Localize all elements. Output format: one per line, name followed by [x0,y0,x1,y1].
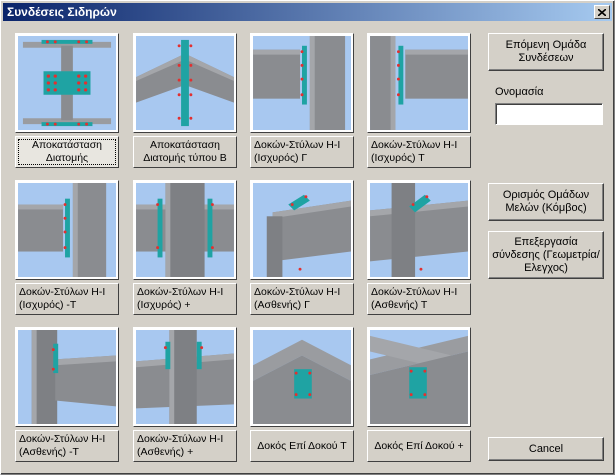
tile-label: Αποκατάσταση Διατομής τύπου Β [133,136,237,168]
section-splice-b-icon [136,36,234,130]
edit-connection-button[interactable]: Επεξεργασία σύνδεσης (Γεωμετρία/Ελεγχος) [488,231,604,279]
tile-beam-column-weak-plus[interactable]: Δοκών-Στύλων Η-Ι (Ασθενής) + [133,327,237,462]
tile-label: Δοκών-Στύλων Η-Ι (Ισχυρός) Τ [367,136,471,168]
name-input[interactable] [495,103,603,125]
close-button[interactable] [594,5,610,19]
tile-beam-on-beam-plus[interactable]: Δοκός Επί Δοκού + [367,327,471,462]
tile-label: Δοκός Επί Δοκού Τ [250,430,354,462]
tile-beam-on-beam-t[interactable]: Δοκός Επί Δοκού Τ [250,327,354,462]
beam-column-strong-neg-t-icon [18,183,116,277]
cancel-button[interactable]: Cancel [488,437,604,461]
name-label: Ονομασία [495,86,544,98]
next-group-button[interactable]: Επόμενη Ομάδα Συνδέσεων [488,33,604,71]
tile-section-splice-b[interactable]: Αποκατάσταση Διατομής τύπου Β [133,33,237,168]
tile-beam-column-strong-neg-t[interactable]: Δοκών-Στύλων Η-Ι (Ισχυρός) -Τ [15,180,119,315]
window-title: Συνδέσεις Σιδηρών [7,5,117,19]
tile-section-splice[interactable]: Αποκατάσταση Διατομής [15,33,119,168]
tile-label: Δοκών-Στύλων Η-Ι (Ασθενής) Τ [367,283,471,315]
beam-on-beam-t-icon [253,330,351,424]
tile-beam-column-weak-t[interactable]: Δοκών-Στύλων Η-Ι (Ασθενής) Τ [367,180,471,315]
beam-column-weak-t-icon [370,183,468,277]
close-icon [598,8,606,16]
tile-label: Δοκών-Στύλων Η-Ι (Ισχυρός) + [133,283,237,315]
beam-column-weak-neg-t-icon [18,330,116,424]
tile-beam-column-strong-t[interactable]: Δοκών-Στύλων Η-Ι (Ισχυρός) Τ [367,33,471,168]
tile-label: Δοκός Επί Δοκού + [367,430,471,462]
tile-label: Δοκών-Στύλων Η-Ι (Ασθενής) -Τ [15,430,119,462]
tile-beam-column-strong-plus[interactable]: Δοκών-Στύλων Η-Ι (Ισχυρός) + [133,180,237,315]
tile-label: Αποκατάσταση Διατομής [15,136,119,168]
beam-column-weak-plus-icon [136,330,234,424]
tile-label: Δοκών-Στύλων Η-Ι (Ισχυρός) -Τ [15,283,119,315]
beam-column-strong-plus-icon [136,183,234,277]
define-groups-button[interactable]: Ορισμός Ομάδων Μελών (Κόμβος) [488,183,604,221]
tile-beam-column-weak-neg-t[interactable]: Δοκών-Στύλων Η-Ι (Ασθενής) -Τ [15,327,119,462]
tile-label: Δοκών-Στύλων Η-Ι (Ασθενής) Γ [250,283,354,315]
beam-column-strong-t-icon [370,36,468,130]
tile-beam-column-strong-g[interactable]: Δοκών-Στύλων Η-Ι (Ισχυρός) Γ [250,33,354,168]
beam-column-weak-g-icon [253,183,351,277]
tile-beam-column-weak-g[interactable]: Δοκών-Στύλων Η-Ι (Ασθενής) Γ [250,180,354,315]
title-bar: Συνδέσεις Σιδηρών [3,3,612,21]
section-splice-icon [18,36,116,130]
beam-column-strong-g-icon [253,36,351,130]
beam-on-beam-plus-icon [370,330,468,424]
connections-dialog: Συνδέσεις Σιδηρών Αποκατάσταση Διατομής … [0,0,615,475]
tile-label: Δοκών-Στύλων Η-Ι (Ασθενής) + [133,430,237,462]
tile-label: Δοκών-Στύλων Η-Ι (Ισχυρός) Γ [250,136,354,168]
